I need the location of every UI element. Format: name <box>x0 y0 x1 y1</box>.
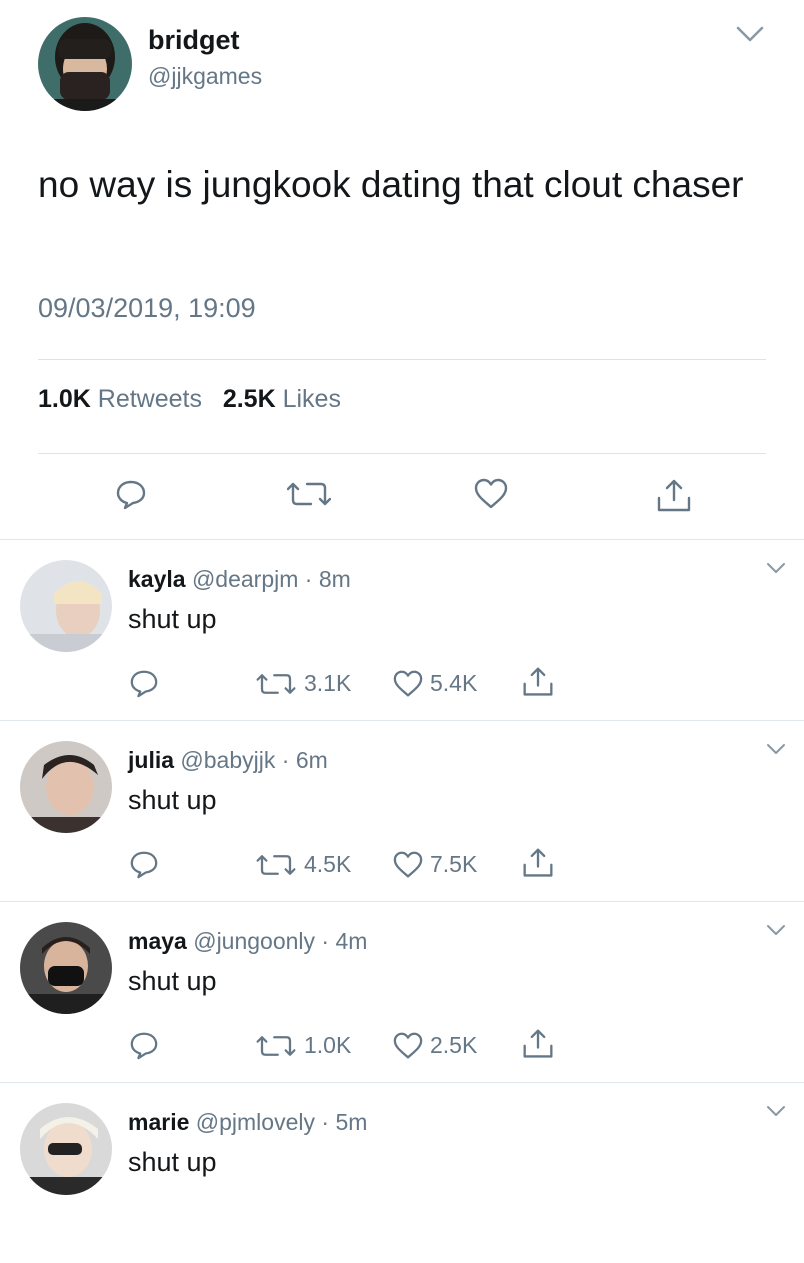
chevron-down-icon[interactable] <box>766 924 786 936</box>
reply-header: julia @babyjjk · 6m <box>128 747 328 774</box>
separator-dot: · <box>315 928 336 954</box>
reply-avatar[interactable] <box>20 922 112 1014</box>
reply-avatar[interactable] <box>20 560 112 652</box>
reply-header: kayla @dearpjm · 8m <box>128 566 351 593</box>
reply-icon[interactable] <box>115 478 147 510</box>
reply-tweet[interactable]: julia @babyjjk · 6m shut up 4.5K 7.5K <box>0 721 804 901</box>
retweet-count[interactable]: 1.0K <box>304 1032 351 1059</box>
author-avatar[interactable] <box>38 17 132 111</box>
retweet-icon[interactable] <box>256 670 296 698</box>
reply-time[interactable]: 8m <box>319 566 351 592</box>
reply-author-handle[interactable]: @pjmlovely <box>196 1109 315 1135</box>
author-name[interactable]: bridget <box>148 25 240 56</box>
reply-author-name[interactable]: kayla <box>128 566 186 592</box>
reply-text: shut up <box>128 785 217 815</box>
like-icon[interactable] <box>392 1032 424 1060</box>
share-icon[interactable] <box>656 478 692 514</box>
like-icon[interactable] <box>392 670 424 698</box>
reply-header: marie @pjmlovely · 5m <box>128 1109 367 1136</box>
retweet-count[interactable]: 4.5K <box>304 851 351 878</box>
author-handle[interactable]: @jjkgames <box>148 63 262 90</box>
retweet-count[interactable]: 1.0K <box>38 385 91 413</box>
reply-tweet[interactable]: kayla @dearpjm · 8m shut up 3.1K 5.4K <box>0 540 804 720</box>
reply-author-handle[interactable]: @dearpjm <box>192 566 298 592</box>
like-count[interactable]: 5.4K <box>430 670 477 697</box>
separator-dot: · <box>275 747 296 773</box>
separator-dot: · <box>298 566 319 592</box>
divider <box>38 359 766 360</box>
like-count[interactable]: 7.5K <box>430 851 477 878</box>
retweet-icon[interactable] <box>256 1032 296 1060</box>
chevron-down-icon[interactable] <box>766 743 786 755</box>
reply-time[interactable]: 4m <box>336 928 368 954</box>
like-count[interactable]: 2.5K <box>223 385 276 413</box>
reply-avatar[interactable] <box>20 1103 112 1195</box>
reply-header: maya @jungoonly · 4m <box>128 928 367 955</box>
separator-dot: · <box>314 1109 336 1135</box>
retweet-icon[interactable] <box>256 851 296 879</box>
chevron-down-icon[interactable] <box>766 1105 786 1117</box>
reply-author-name[interactable]: julia <box>128 747 174 773</box>
tweet-stats: 1.0K Retweets 2.5K Likes <box>38 385 341 414</box>
divider <box>38 453 766 454</box>
share-icon[interactable] <box>522 666 554 698</box>
reply-tweet[interactable]: maya @jungoonly · 4m shut up 1.0K 2.5K <box>0 902 804 1082</box>
reply-avatar[interactable] <box>20 741 112 833</box>
reply-author-handle[interactable]: @babyjjk <box>180 747 275 773</box>
reply-text: shut up <box>128 604 217 634</box>
like-icon[interactable] <box>392 851 424 879</box>
reply-author-name[interactable]: maya <box>128 928 187 954</box>
retweet-count[interactable]: 3.1K <box>304 670 351 697</box>
reply-time[interactable]: 5m <box>335 1109 367 1135</box>
reply-icon[interactable] <box>128 1030 160 1060</box>
reply-text: shut up <box>128 966 217 996</box>
chevron-down-icon[interactable] <box>736 25 764 43</box>
share-icon[interactable] <box>522 847 554 879</box>
reply-icon[interactable] <box>128 849 160 879</box>
reply-author-name[interactable]: marie <box>128 1109 189 1135</box>
reply-text: shut up <box>128 1147 217 1177</box>
chevron-down-icon[interactable] <box>766 562 786 574</box>
reply-author-handle[interactable]: @jungoonly <box>193 928 315 954</box>
like-icon[interactable] <box>473 478 509 510</box>
retweet-icon[interactable] <box>287 478 331 510</box>
likes-label[interactable]: Likes <box>283 385 341 413</box>
retweets-label[interactable]: Retweets <box>98 385 202 413</box>
tweet-timestamp[interactable]: 09/03/2019, 19:09 <box>38 293 256 324</box>
share-icon[interactable] <box>522 1028 554 1060</box>
reply-time[interactable]: 6m <box>296 747 328 773</box>
reply-icon[interactable] <box>128 668 160 698</box>
like-count[interactable]: 2.5K <box>430 1032 477 1059</box>
reply-tweet[interactable]: marie @pjmlovely · 5m shut up <box>0 1083 804 1263</box>
tweet-text: no way is jungkook dating that clout cha… <box>38 164 744 205</box>
